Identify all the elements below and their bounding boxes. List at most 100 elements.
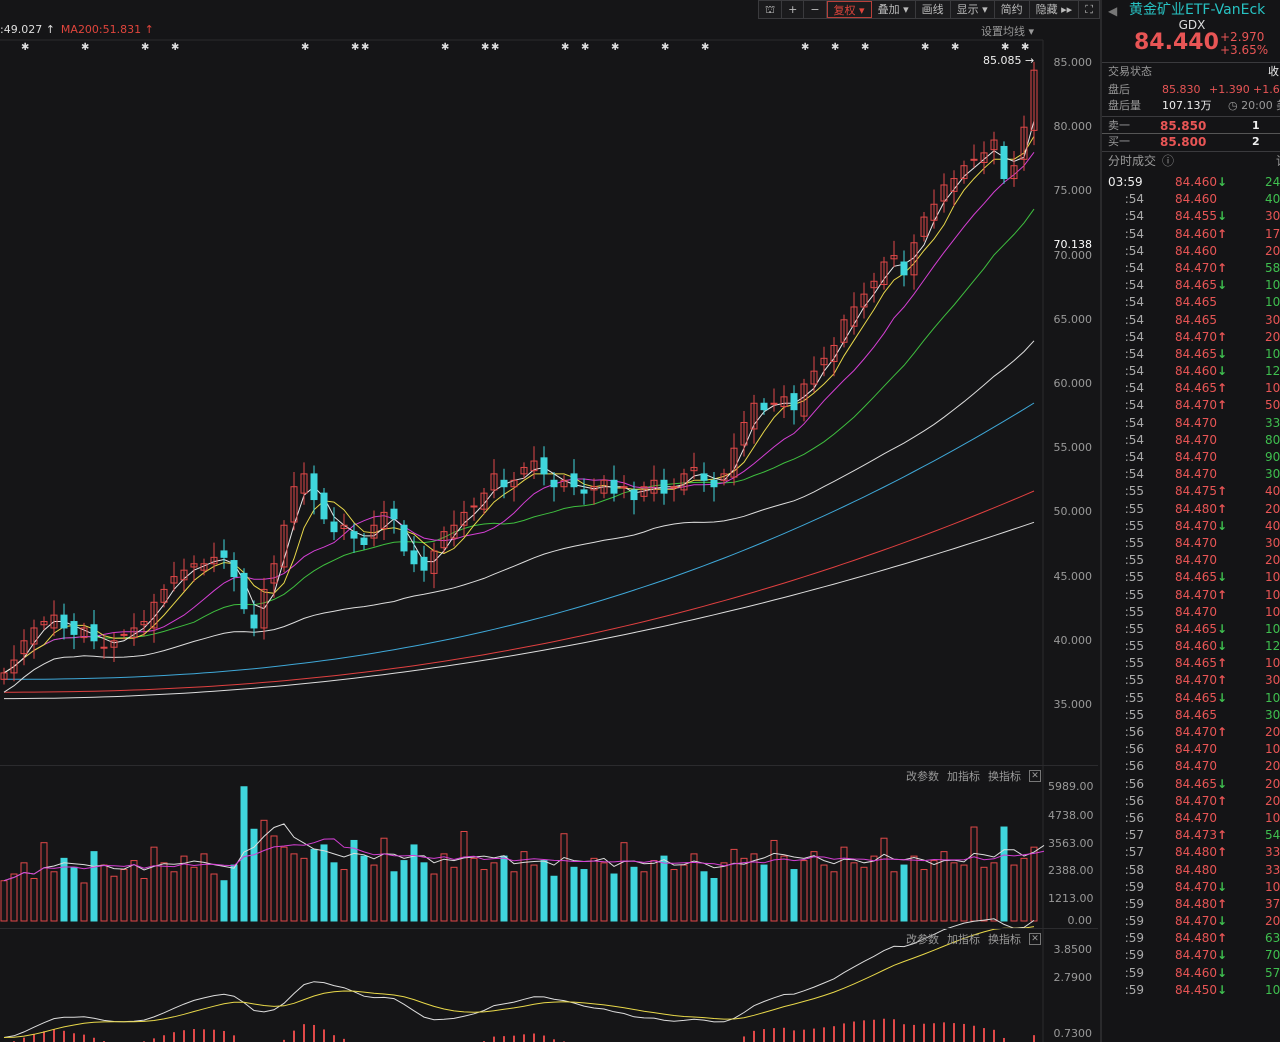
volume-bar [930,860,938,922]
price-axis-label: 65.000 [1053,312,1093,326]
trade-time: :54 [1124,312,1144,327]
trade-price: 84.470 [1175,535,1217,552]
toolbar-button-8[interactable]: 隐藏 ▸▸ [1030,1,1080,18]
trade-price-value: 84.465 [1175,621,1217,636]
trade-time: :55 [1124,690,1144,705]
trade-price-value: 84.460 [1175,192,1217,207]
trade-row: :54 84.470 330 [1102,415,1280,432]
event-marker: ✱ [951,42,959,53]
trade-time: :54 [1124,398,1144,413]
trade-price: 84.480↑ [1175,501,1227,518]
volume-bar [160,862,168,922]
close-panel-icon[interactable]: ✕ [1029,933,1041,945]
volume-bar [770,839,778,922]
trade-row: :59 84.480↑ 374 [1102,896,1280,913]
panel-tool-2[interactable]: 换指标 [988,931,1021,947]
bid-size: 2 [1252,135,1260,148]
event-marker: ✱ [351,42,359,53]
set-ma-button[interactable]: 设置均线 ▾ [981,23,1034,39]
trade-volume: 125 [1265,639,1280,654]
trade-price: 84.455↓ [1175,208,1227,225]
toolbar-button-9[interactable]: ⛶ [1079,1,1100,18]
volume-bar [70,866,78,922]
ticks-detail-link[interactable]: 详 [1276,153,1280,169]
ask-row: 卖一 85.850 1 [1108,118,1280,134]
volume-bar [850,862,858,922]
trade-volume: 100 [1265,879,1280,894]
panel-tool-1[interactable]: 加指标 [947,931,980,947]
panel-tool-1[interactable]: 加指标 [947,768,980,784]
trade-price-value: 84.470 [1175,604,1217,619]
toolbar-button-4[interactable]: 叠加 ▾ [872,1,916,18]
trade-time: :54 [1124,346,1144,361]
trade-time: :54 [1124,260,1144,275]
trade-price-value: 84.465 [1175,278,1217,293]
trade-volume: 300 [1265,673,1280,688]
trade-price-value: 84.460 [1175,175,1217,189]
tick-trades-list[interactable]: 03:5984.460↓245:5484.460400:5484.455↓300… [1102,174,1280,999]
trade-price: 84.480 [1175,862,1217,879]
toolbar-button-7[interactable]: 简约 [995,1,1030,18]
trade-volume: 200 [1265,553,1280,568]
panel-tool-2[interactable]: 换指标 [988,768,1021,784]
trade-row: :55 84.475↑ 400 [1102,483,1280,500]
volume-bar [0,880,8,922]
trade-time: :54 [1124,467,1144,482]
event-marker: ✱ [701,42,709,53]
status-value: 收 [1268,65,1279,78]
arrow-down-icon: ↓ [1217,175,1228,189]
after-volume-row: 盘后量 107.13万 ◷ 20:00 美 [1108,98,1280,114]
volume-ma-line [3,823,1045,882]
panel-tool-0[interactable]: 改参数 [906,768,939,784]
ma20-line [3,152,1035,674]
event-marker: ✱ [611,42,619,53]
event-marker: ✱ [661,42,669,53]
trade-time: :55 [1124,484,1144,499]
candle-body [790,393,798,411]
volume-bar [700,871,708,922]
trade-time: :55 [1124,553,1144,568]
candle-body [610,479,618,494]
volume-bar [600,862,608,922]
volume-bar [360,855,368,922]
volume-bar [610,873,618,922]
info-icon[interactable]: ⓘ [1162,154,1174,168]
trade-price-value: 84.473 [1175,828,1217,843]
trade-time: :54 [1124,243,1144,258]
trade-price: 84.470↑ [1175,672,1227,689]
trade-price-value: 84.465 [1175,295,1217,310]
toolbar-button-5[interactable]: 画线 [916,1,951,18]
toolbar-button-2[interactable]: − [804,1,827,18]
volume-axis-label: 4738.00 [1048,809,1094,822]
volume-bar [500,855,508,922]
kline-chart[interactable]: ✱ ✱ ✱ ✱ ✱ ✱ ✱ ✱ ✱ ✱ ✱ ✱ ✱ ✱ ✱ ✱ ✱ ✱ ✱ ✱ ✱ ✱ [0,0,1098,1042]
close-panel-icon[interactable]: ✕ [1029,770,1041,782]
toolbar-button-6[interactable]: 显示 ▾ [951,1,995,18]
volume-bar [970,826,978,922]
trade-time: :54 [1124,364,1144,379]
candle-body [570,473,578,488]
toolbar-button-0[interactable]: ⛫ [759,1,783,18]
panel-tool-0[interactable]: 改参数 [906,931,939,947]
collapse-arrow-icon[interactable]: ◀ [1108,4,1117,18]
candle-body [660,479,668,494]
volume-bar [670,869,678,922]
toolbar-button-3[interactable]: 复权 ▾ [826,1,872,18]
volume-bar [890,871,898,922]
trade-price: 84.465↓ [1175,569,1227,586]
trade-time: :55 [1124,639,1144,654]
trade-price: 84.470↓ [1175,879,1227,896]
trade-price-value: 84.470 [1175,329,1217,344]
trade-price-value: 84.470 [1175,432,1217,447]
volume-bar [620,842,628,922]
trade-time: :55 [1124,707,1144,722]
trade-row: :55 84.480↑ 200 [1102,501,1280,518]
ask-size: 1 [1252,119,1260,132]
trade-time: :56 [1124,725,1144,739]
trade-volume: 400 [1265,484,1280,499]
toolbar-button-1[interactable]: + [782,1,805,18]
trade-time: :59 [1124,896,1144,911]
volume-bar [480,869,488,922]
bid-label: 买一 [1108,135,1130,148]
after-pct: +1.65 [1253,83,1280,96]
